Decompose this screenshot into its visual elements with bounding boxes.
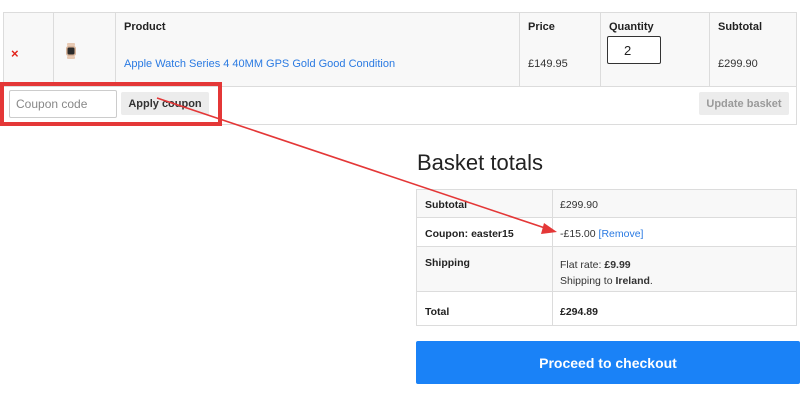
column-divider	[709, 13, 710, 86]
totals-shipping-label: Shipping	[425, 257, 470, 269]
cart-header-row	[4, 13, 796, 43]
shipping-rate-prefix: Flat rate:	[560, 259, 605, 271]
totals-total-label: Total	[425, 306, 450, 318]
shipping-to-suffix: .	[649, 275, 653, 287]
remove-coupon-link[interactable]: [Remove]	[599, 228, 644, 240]
header-subtotal: Subtotal	[718, 21, 762, 33]
cart-item-row	[4, 42, 796, 87]
basket-totals-title: Basket totals	[417, 150, 543, 175]
apply-coupon-button[interactable]: Apply coupon	[121, 92, 209, 115]
column-divider	[53, 13, 54, 86]
totals-subtotal-label: Subtotal	[425, 199, 467, 211]
totals-row-subtotal: Subtotal £299.90	[417, 190, 796, 218]
column-divider	[600, 13, 601, 86]
shipping-to-prefix: Shipping to	[560, 275, 616, 287]
shipping-country: Ireland	[615, 275, 650, 287]
header-price: Price	[528, 21, 555, 33]
item-subtotal: £299.90	[718, 58, 758, 70]
totals-subtotal-value: £299.90	[560, 199, 598, 211]
proceed-to-checkout-button[interactable]: Proceed to checkout	[416, 341, 800, 384]
quantity-input[interactable]	[607, 36, 661, 64]
column-divider	[115, 13, 116, 86]
product-thumbnail[interactable]	[64, 43, 78, 59]
header-quantity: Quantity	[609, 21, 654, 33]
totals-row-shipping: Shipping Flat rate: £9.99 Shipping to Ir…	[417, 247, 796, 292]
remove-item-icon[interactable]: ×	[11, 46, 19, 61]
totals-total-value: £294.89	[560, 306, 598, 318]
basket-totals-table: Subtotal £299.90 Coupon: easter15 -£15.0…	[416, 189, 797, 326]
item-price: £149.95	[528, 58, 568, 70]
totals-column-divider	[552, 190, 553, 325]
column-divider	[519, 13, 520, 86]
totals-coupon-value: -£15.00	[560, 228, 596, 240]
totals-coupon-label: Coupon: easter15	[425, 228, 514, 240]
shipping-rate-value: £9.99	[604, 259, 631, 271]
coupon-code-input[interactable]	[9, 90, 117, 118]
totals-row-total: Total £294.89	[417, 292, 796, 325]
totals-row-coupon: Coupon: easter15 -£15.00 [Remove]	[417, 218, 796, 247]
update-basket-button[interactable]: Update basket	[699, 92, 789, 115]
product-name-link[interactable]: Apple Watch Series 4 40MM GPS Gold Good …	[124, 58, 395, 70]
header-product: Product	[124, 21, 166, 33]
